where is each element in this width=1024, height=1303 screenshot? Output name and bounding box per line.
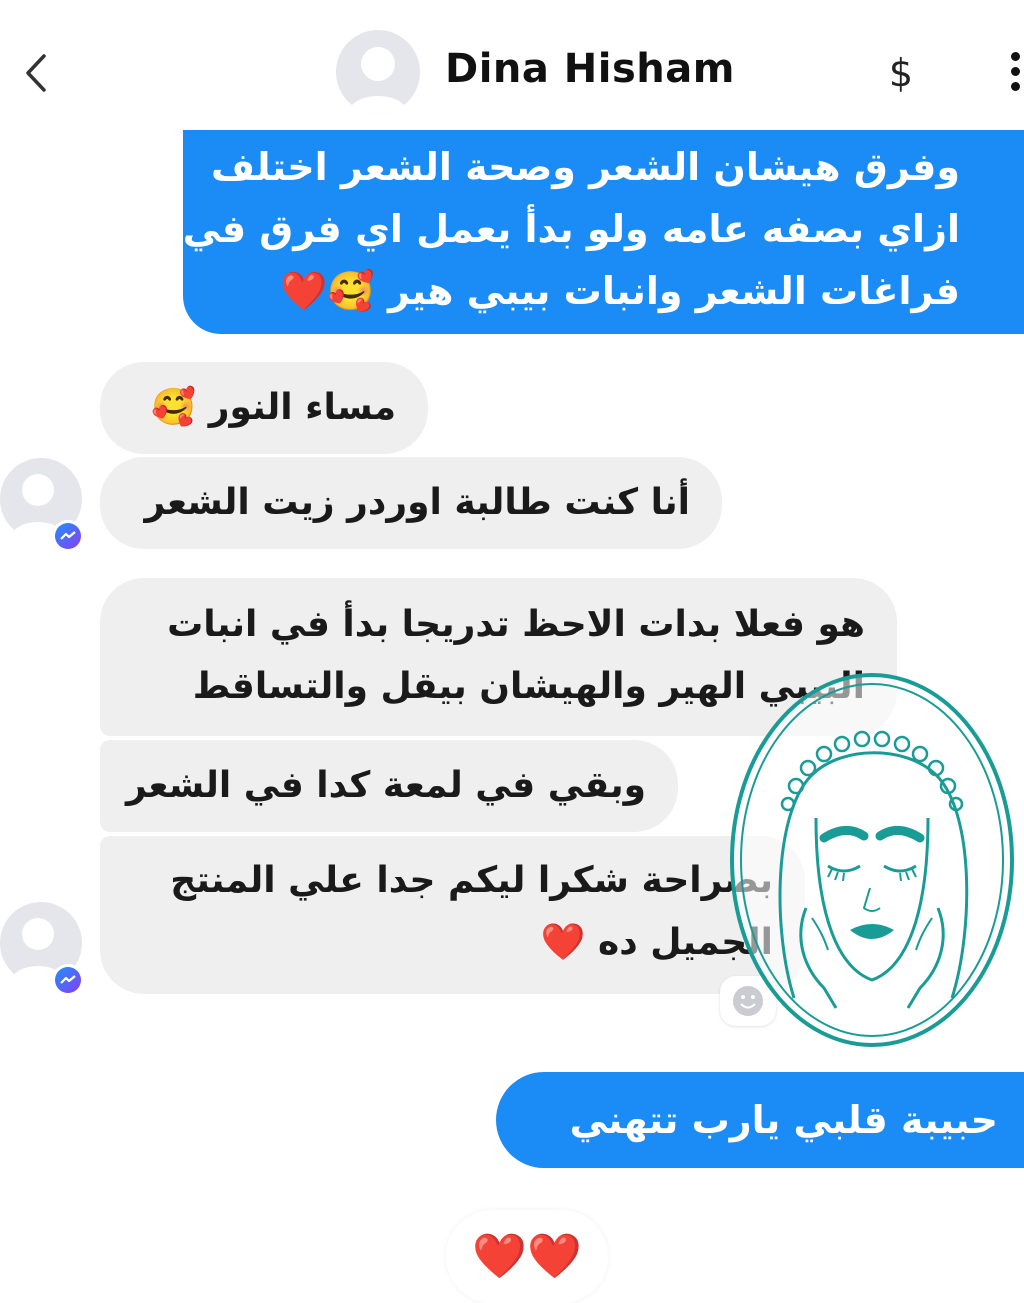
back-button[interactable] bbox=[14, 48, 58, 98]
message-text: حبيبة قلبي يارب تتهني بيه bbox=[569, 1098, 998, 1238]
outgoing-emoji-message[interactable]: ❤️❤️ bbox=[446, 1210, 608, 1303]
messenger-badge bbox=[52, 520, 84, 552]
incoming-message[interactable]: بصراحة شكرا ليكم جدا علي المنتج الجميل د… bbox=[100, 836, 805, 994]
contact-name[interactable]: Dina Hisham bbox=[445, 46, 735, 92]
emoji: 🥰❤️ bbox=[280, 269, 375, 313]
message-line: ازاي بصفه عامه ولو بدأ يعمل اي فرق في bbox=[182, 207, 960, 251]
contact-avatar[interactable] bbox=[336, 30, 420, 114]
messenger-badge bbox=[52, 964, 84, 996]
incoming-message[interactable]: مساء النور 🥰 bbox=[100, 362, 428, 454]
outgoing-message[interactable]: حبيبة قلبي يارب تتهني بيه bbox=[496, 1072, 1024, 1238]
incoming-message[interactable]: أنا كنت طالبة اوردر زيت الشعر bbox=[100, 457, 722, 549]
messenger-icon bbox=[55, 523, 81, 549]
emoji: 🥰 bbox=[151, 387, 197, 428]
message-line: بصراحة شكرا ليكم جدا علي المنتج bbox=[170, 860, 773, 901]
chevron-left-icon bbox=[26, 54, 46, 92]
message-text: أنا كنت طالبة اوردر زيت الشعر bbox=[144, 482, 690, 523]
brand-logo bbox=[724, 668, 1020, 1052]
message-line: وفرق هيشان الشعر وصحة الشعر اختلف bbox=[210, 145, 960, 189]
message-text: مساء النور bbox=[208, 387, 396, 428]
hearts-emoji: ❤️❤️ bbox=[472, 1231, 582, 1282]
message-line: هو فعلا بدات الاحظ تدريجا بدأ في انبات bbox=[167, 604, 865, 645]
more-options-button[interactable] bbox=[1006, 52, 1024, 102]
incoming-message[interactable]: وبقي في لمعة كدا في الشعر bbox=[100, 740, 678, 832]
emoji: ❤️ bbox=[540, 922, 586, 963]
default-avatar-icon bbox=[348, 47, 408, 114]
message-text: وبقي في لمعة كدا في الشعر bbox=[126, 765, 646, 806]
messenger-icon bbox=[55, 967, 81, 993]
message-line: فراغات الشعر وانبات بيبي هير bbox=[387, 269, 960, 313]
payment-button[interactable]: $ bbox=[880, 46, 922, 100]
vertical-dots-icon bbox=[1011, 52, 1020, 61]
outgoing-message[interactable]: وفرق هيشان الشعر وصحة الشعر اختلف ازاي ب… bbox=[183, 130, 1024, 334]
woman-face-logo-icon bbox=[730, 673, 1014, 1047]
